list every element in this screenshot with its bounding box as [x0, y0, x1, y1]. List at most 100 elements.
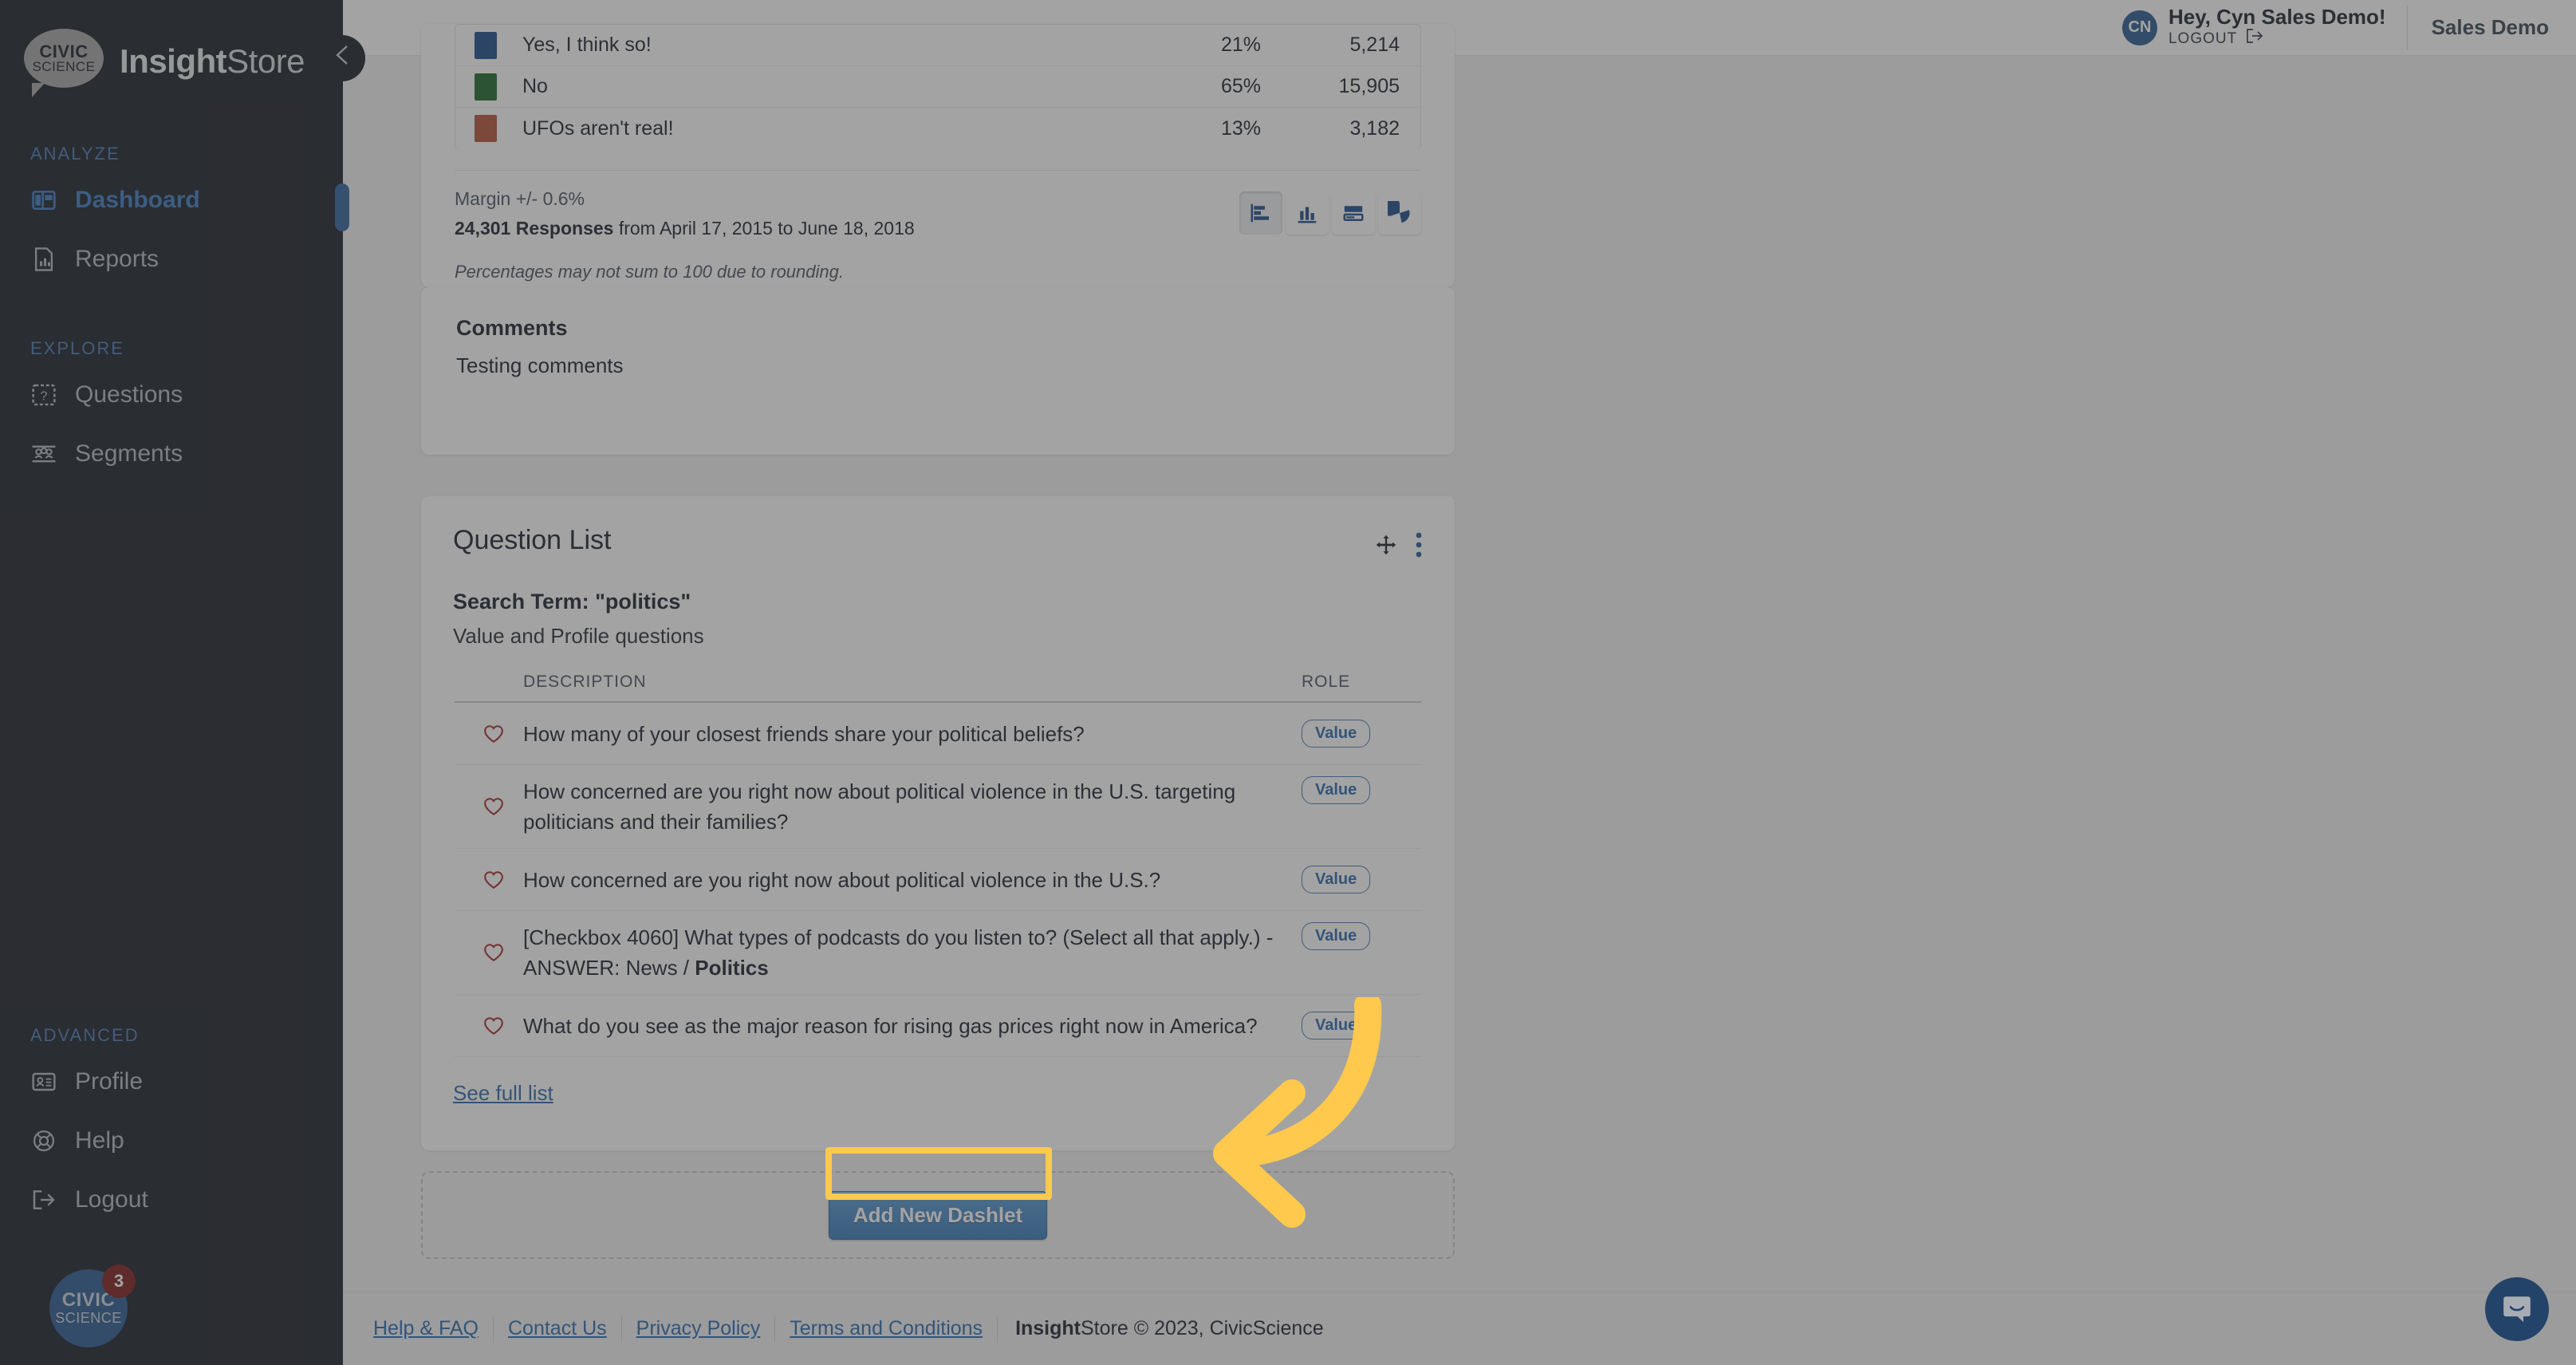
answer-percent: 21% [1220, 34, 1261, 56]
sidebar-active-indicator [335, 183, 349, 231]
logo-line-1: CIVIC [39, 41, 89, 61]
table-row: UFOs aren't real! 13% 3,182 [455, 108, 1420, 149]
dashboard-icon [30, 187, 57, 214]
table-row[interactable]: What do you see as the major reason for … [455, 995, 1421, 1057]
logout-label: LOGOUT [2168, 30, 2238, 47]
add-new-dashlet-button[interactable]: Add New Dashlet [828, 1190, 1048, 1240]
badge-line-2: SCIENCE [55, 1310, 122, 1326]
sidebar-item-label: Questions [75, 381, 183, 408]
heart-icon[interactable] [455, 943, 523, 962]
question-description: What do you see as the major reason for … [523, 1013, 1258, 1038]
see-full-list-link[interactable]: See full list [453, 1081, 553, 1106]
vertical-bar-chart-icon[interactable] [1286, 191, 1329, 235]
page: CN Hey, Cyn Sales Demo! LOGOUT Sales Dem… [343, 0, 2576, 1365]
app-title-bold: Insight [120, 42, 227, 80]
sidebar-item-label: Segments [75, 440, 183, 467]
heart-icon[interactable] [455, 870, 523, 890]
footer-link-help-faq[interactable]: Help & FAQ [359, 1317, 493, 1340]
sidebar-item-help[interactable]: Help [0, 1111, 343, 1170]
user-greeting: Hey, Cyn Sales Demo! [2168, 5, 2386, 29]
sidebar-item-profile[interactable]: Profile [0, 1052, 343, 1111]
sidebar-item-logout[interactable]: Logout [0, 1170, 343, 1229]
role-cell: Value [1302, 720, 1421, 748]
heart-icon[interactable] [455, 724, 523, 744]
heart-icon[interactable] [455, 1016, 523, 1036]
question-table: DESCRIPTION ROLE How many of your closes… [455, 673, 1421, 1057]
civicscience-logo-icon: CIVIC SCIENCE [24, 29, 107, 97]
footer: Help & FAQ Contact Us Privacy Policy Ter… [343, 1292, 2576, 1365]
comments-card: Comments Testing comments [421, 287, 1455, 455]
responses-range: from April 17, 2015 to June 18, 2018 [613, 218, 915, 239]
sidebar-item-segments[interactable]: Segments [0, 424, 343, 483]
role-cell: Value [1302, 866, 1421, 894]
sidebar-advanced-group: ADVANCED Profile Help Logout [0, 1025, 343, 1229]
horizontal-bar-chart-icon[interactable] [1239, 191, 1282, 235]
role-badge: Value [1302, 776, 1371, 804]
answer-percent: 65% [1220, 75, 1261, 97]
kebab-menu-icon[interactable] [1415, 531, 1423, 562]
question-description: [Checkbox 4060] What types of podcasts d… [523, 925, 1274, 980]
report-icon [30, 246, 57, 273]
civicscience-help-badge[interactable]: CIVIC SCIENCE 3 [49, 1264, 136, 1347]
copyright-bold: Insight [1015, 1317, 1081, 1339]
sidebar-item-dashboard[interactable]: Dashboard [0, 171, 349, 231]
profile-card-icon [30, 1068, 57, 1095]
sidebar-group-analyze-label: ANALYZE [30, 144, 120, 164]
table-row: Yes, I think so! 21% 5,214 [455, 25, 1420, 66]
sidebar-group-explore-label: EXPLORE [30, 338, 124, 358]
sidebar-item-label: Help [75, 1127, 124, 1154]
chat-bubble-icon[interactable] [2485, 1277, 2549, 1341]
role-badge: Value [1302, 922, 1371, 950]
sidebar-item-label: Logout [75, 1186, 148, 1213]
sidebar: CIVIC SCIENCE InsightStore ANALYZE Dashb… [0, 0, 365, 1365]
role-badge: Value [1302, 866, 1371, 894]
sidebar-item-label: Dashboard [75, 187, 200, 213]
answer-count: 3,182 [1349, 116, 1400, 140]
add-dashlet-dropzone: Add New Dashlet [421, 1171, 1455, 1259]
table-row[interactable]: How concerned are you right now about po… [455, 765, 1421, 849]
brand: CIVIC SCIENCE InsightStore [0, 0, 343, 97]
footer-link-contact-us[interactable]: Contact Us [494, 1317, 621, 1340]
logout-button[interactable]: LOGOUT [2168, 28, 2386, 49]
answer-label: Yes, I think so! [522, 34, 652, 56]
pie-chart-icon[interactable] [1378, 191, 1421, 235]
sidebar-item-questions[interactable]: ? Questions [0, 365, 343, 424]
poll-results-table: Yes, I think so! 21% 5,214 No 65% 15,905… [455, 24, 1421, 149]
table-row[interactable]: How concerned are you right now about po… [455, 849, 1421, 911]
column-header-role: ROLE [1302, 673, 1351, 691]
comments-body: Testing comments [456, 353, 624, 377]
color-swatch [475, 73, 497, 101]
avatar: CN [2121, 10, 2157, 45]
question-description: How concerned are you right now about po… [523, 779, 1236, 834]
table-row[interactable]: How many of your closest friends share y… [455, 703, 1421, 765]
user-block[interactable]: CN Hey, Cyn Sales Demo! LOGOUT [2121, 0, 2407, 56]
rounding-note: Percentages may not sum to 100 due to ro… [455, 262, 844, 282]
footer-link-terms[interactable]: Terms and Conditions [775, 1317, 997, 1340]
dashlet-subtitle: Value and Profile questions [453, 624, 704, 648]
margin-of-error: Margin +/- 0.6% [455, 188, 585, 209]
responses-line: 24,301 Responses from April 17, 2015 to … [455, 218, 1239, 239]
stacked-bar-chart-icon[interactable] [1332, 191, 1375, 235]
dashlet-title: Question List [453, 525, 612, 555]
svg-text:?: ? [41, 390, 48, 404]
sidebar-group-advanced-label: ADVANCED [30, 1025, 140, 1045]
role-cell: Value [1302, 922, 1421, 950]
account-name[interactable]: Sales Demo [2408, 15, 2576, 40]
footer-link-privacy-policy[interactable]: Privacy Policy [622, 1317, 775, 1340]
dashboard-content: Yes, I think so! 21% 5,214 No 65% 15,905… [343, 24, 2576, 1292]
move-icon[interactable] [1375, 534, 1397, 560]
segments-icon [30, 440, 57, 467]
table-row[interactable]: [Checkbox 4060] What types of podcasts d… [455, 911, 1421, 995]
app-title-rest: Store [226, 42, 305, 80]
question-description: How many of your closest friends share y… [523, 721, 1085, 746]
color-swatch [475, 31, 497, 59]
sidebar-item-reports[interactable]: Reports [0, 230, 343, 289]
heart-icon[interactable] [455, 797, 523, 816]
column-header-description: DESCRIPTION [523, 673, 647, 691]
role-cell: Value [1302, 1012, 1421, 1040]
poll-results-card: Yes, I think so! 21% 5,214 No 65% 15,905… [421, 24, 1455, 287]
sidebar-item-label: Profile [75, 1068, 144, 1095]
comments-title: Comments [456, 316, 568, 340]
sidebar-collapse-button[interactable] [319, 35, 365, 81]
responses-count: 24,301 Responses [455, 218, 614, 239]
